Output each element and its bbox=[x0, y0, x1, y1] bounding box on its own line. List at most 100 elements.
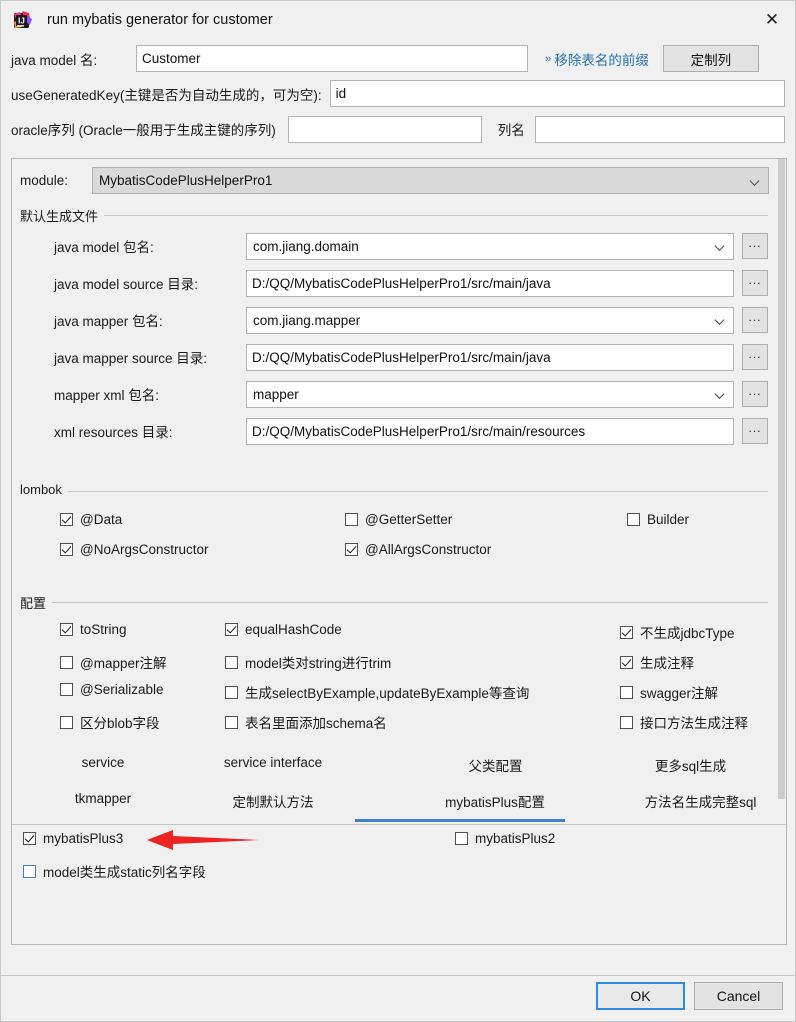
svg-text:IJ: IJ bbox=[18, 16, 25, 25]
checkbox-label: 生成注释 bbox=[640, 656, 694, 671]
checkbox-label: model类生成static列名字段 bbox=[43, 865, 206, 880]
lombok-checkbox-data[interactable]: @Data bbox=[60, 512, 122, 527]
field-input[interactable]: D:/QQ/MybatisCodePlusHelperPro1/src/main… bbox=[246, 269, 734, 297]
checkbox-label: mybatisPlus2 bbox=[475, 831, 556, 846]
config-checkbox-serializable[interactable]: @Serializable bbox=[60, 682, 164, 697]
browse-button[interactable]: ... bbox=[742, 344, 768, 370]
field-input[interactable]: D:/QQ/MybatisCodePlusHelperPro1/src/main… bbox=[246, 417, 734, 445]
checkbox-box bbox=[60, 655, 73, 669]
config-checkbox-generate-comment[interactable]: 生成注释 bbox=[620, 652, 694, 672]
field-label: xml resources 目录: bbox=[54, 425, 173, 440]
custom-column-button[interactable]: 定制列 bbox=[662, 45, 759, 72]
tab-service-interface[interactable]: service interface bbox=[173, 755, 373, 770]
config-group: 配置 toString @mapper注解 @Serializable 区分bl… bbox=[20, 593, 768, 733]
checkbox-label: @NoArgsConstructor bbox=[80, 542, 209, 557]
group-divider bbox=[20, 215, 768, 216]
browse-dots-label: ... bbox=[748, 384, 762, 398]
checkbox-label: equalHashCode bbox=[245, 622, 342, 637]
checkbox-box bbox=[225, 623, 238, 636]
tab-parent-config[interactable]: 父类配置 bbox=[413, 755, 578, 775]
chevron-down-icon bbox=[751, 176, 760, 185]
checkbox-mybatisplus2[interactable]: mybatisPlus2 bbox=[455, 831, 555, 846]
config-checkbox-schema-name[interactable]: 表名里面添加schema名 bbox=[225, 712, 387, 732]
group-divider bbox=[20, 602, 768, 603]
config-checkbox-tostring[interactable]: toString bbox=[60, 622, 127, 637]
chevron-double-right-icon: ›› bbox=[545, 52, 551, 65]
checkbox-box bbox=[225, 685, 238, 699]
config-checkbox-string-trim[interactable]: model类对string进行trim bbox=[225, 652, 391, 672]
field-combo[interactable]: com.jiang.domain bbox=[246, 232, 734, 260]
lombok-checkbox-allargsconstructor[interactable]: @AllArgsConstructor bbox=[345, 542, 491, 557]
mybatisplus-tab-content: mybatisPlus3 mybatisPlus2 model类生成static… bbox=[12, 830, 769, 901]
cancel-button[interactable]: Cancel bbox=[694, 982, 783, 1010]
use-generated-key-input[interactable]: id bbox=[329, 80, 785, 107]
browse-button[interactable]: ... bbox=[742, 418, 768, 444]
field-label: java model 包名: bbox=[54, 240, 154, 255]
java-model-row: java model 名: Customer ›› 移除表名的前缀 定制列 bbox=[11, 42, 785, 75]
tab-mybatisplus-config[interactable]: mybatisPlus配置 bbox=[375, 791, 615, 811]
checkbox-label: @GetterSetter bbox=[365, 512, 453, 527]
window-title: run mybatis generator for customer bbox=[47, 11, 273, 28]
tab-custom-default-method[interactable]: 定制默认方法 bbox=[173, 791, 373, 811]
field-value: mapper bbox=[253, 386, 299, 402]
browse-dots-label: ... bbox=[748, 273, 762, 287]
lombok-checkbox-noargsconstructor[interactable]: @NoArgsConstructor bbox=[60, 542, 209, 557]
module-combo[interactable]: MybatisCodePlusHelperPro1 bbox=[92, 167, 769, 194]
checkbox-mybatisplus3[interactable]: mybatisPlus3 bbox=[23, 831, 123, 846]
field-value: com.jiang.mapper bbox=[253, 312, 361, 328]
field-combo[interactable]: mapper bbox=[246, 380, 734, 408]
config-checkbox-selectbyexample[interactable]: 生成selectByExample,updateByExample等查询 bbox=[225, 682, 529, 702]
browse-button[interactable]: ... bbox=[742, 233, 768, 259]
checkbox-box bbox=[620, 715, 633, 729]
checkbox-box bbox=[60, 513, 73, 526]
use-generated-key-label: useGeneratedKey(主键是否为自动生成的，可为空): bbox=[11, 87, 322, 103]
checkbox-label: @Data bbox=[80, 512, 123, 527]
checkbox-label: model类对string进行trim bbox=[245, 656, 392, 671]
oracle-seq-input[interactable] bbox=[287, 115, 482, 143]
chevron-down-icon bbox=[716, 316, 725, 325]
checkbox-label: swagger注解 bbox=[640, 686, 719, 701]
scrollbar-thumb[interactable] bbox=[778, 159, 785, 799]
config-checkbox-no-jdbctype[interactable]: 不生成jdbcType bbox=[620, 622, 735, 642]
panel-scrollbar[interactable] bbox=[777, 159, 786, 944]
checkbox-label: @mapper注解 bbox=[80, 656, 167, 671]
lombok-checkbox-builder[interactable]: Builder bbox=[627, 512, 689, 527]
checkbox-box bbox=[60, 543, 73, 556]
config-checkbox-equalhashcode[interactable]: equalHashCode bbox=[225, 622, 342, 637]
config-checkbox-interface-comment[interactable]: 接口方法生成注释 bbox=[620, 712, 748, 732]
checkbox-box bbox=[225, 715, 238, 729]
config-checkbox-mapper-annotation[interactable]: @mapper注解 bbox=[60, 652, 166, 672]
default-file-row: xml resources 目录: D:/QQ/MybatisCodePlusHe… bbox=[20, 415, 768, 447]
column-name-input[interactable] bbox=[534, 115, 785, 143]
column-name-label: 列名 bbox=[497, 123, 525, 138]
lombok-checkbox-gettersetter[interactable]: @GetterSetter bbox=[345, 512, 452, 527]
browse-button[interactable]: ... bbox=[742, 381, 768, 407]
ok-button[interactable]: OK bbox=[596, 982, 685, 1010]
module-value: MybatisCodePlusHelperPro1 bbox=[99, 173, 273, 188]
tab-tkmapper[interactable]: tkmapper bbox=[33, 791, 173, 806]
checkbox-model-static-column-field[interactable]: model类生成static列名字段 bbox=[23, 861, 206, 881]
tab-service[interactable]: service bbox=[33, 755, 173, 770]
browse-button[interactable]: ... bbox=[742, 307, 768, 333]
field-combo[interactable]: com.jiang.mapper bbox=[246, 306, 734, 334]
checkbox-box bbox=[345, 543, 358, 556]
default-file-row: mapper xml 包名: mapper... bbox=[20, 378, 768, 410]
oracle-seq-label: oracle序列 (Oracle一般用于生成主键的序列) bbox=[11, 123, 276, 138]
field-input[interactable]: D:/QQ/MybatisCodePlusHelperPro1/src/main… bbox=[246, 343, 734, 371]
config-checkbox-blob-field[interactable]: 区分blob字段 bbox=[60, 712, 160, 732]
close-icon[interactable]: ✕ bbox=[749, 1, 795, 38]
default-files-group: 默认生成文件 java model 包名: com.jiang.domain...… bbox=[20, 206, 768, 445]
checkbox-label: 不生成jdbcType bbox=[640, 626, 735, 641]
checkbox-box bbox=[455, 832, 468, 845]
config-checkbox-swagger[interactable]: swagger注解 bbox=[620, 682, 718, 702]
tab-method-full-sql[interactable]: 方法名生成完整sql bbox=[608, 791, 786, 811]
settings-panel: module: MybatisCodePlusHelperPro1 默认生成文件… bbox=[11, 158, 787, 945]
tab-more-sql[interactable]: 更多sql生成 bbox=[598, 755, 783, 775]
field-label: java mapper source 目录: bbox=[54, 351, 208, 366]
remove-prefix-link[interactable]: ›› 移除表名的前缀 bbox=[545, 49, 649, 69]
java-model-input[interactable]: Customer bbox=[136, 45, 528, 72]
checkbox-label: 表名里面添加schema名 bbox=[245, 716, 387, 731]
browse-button[interactable]: ... bbox=[742, 270, 768, 296]
default-file-row: java mapper source 目录: D:/QQ/MybatisCodeP… bbox=[20, 341, 768, 373]
title-bar: IJ run mybatis generator for customer ✕ bbox=[1, 1, 795, 38]
